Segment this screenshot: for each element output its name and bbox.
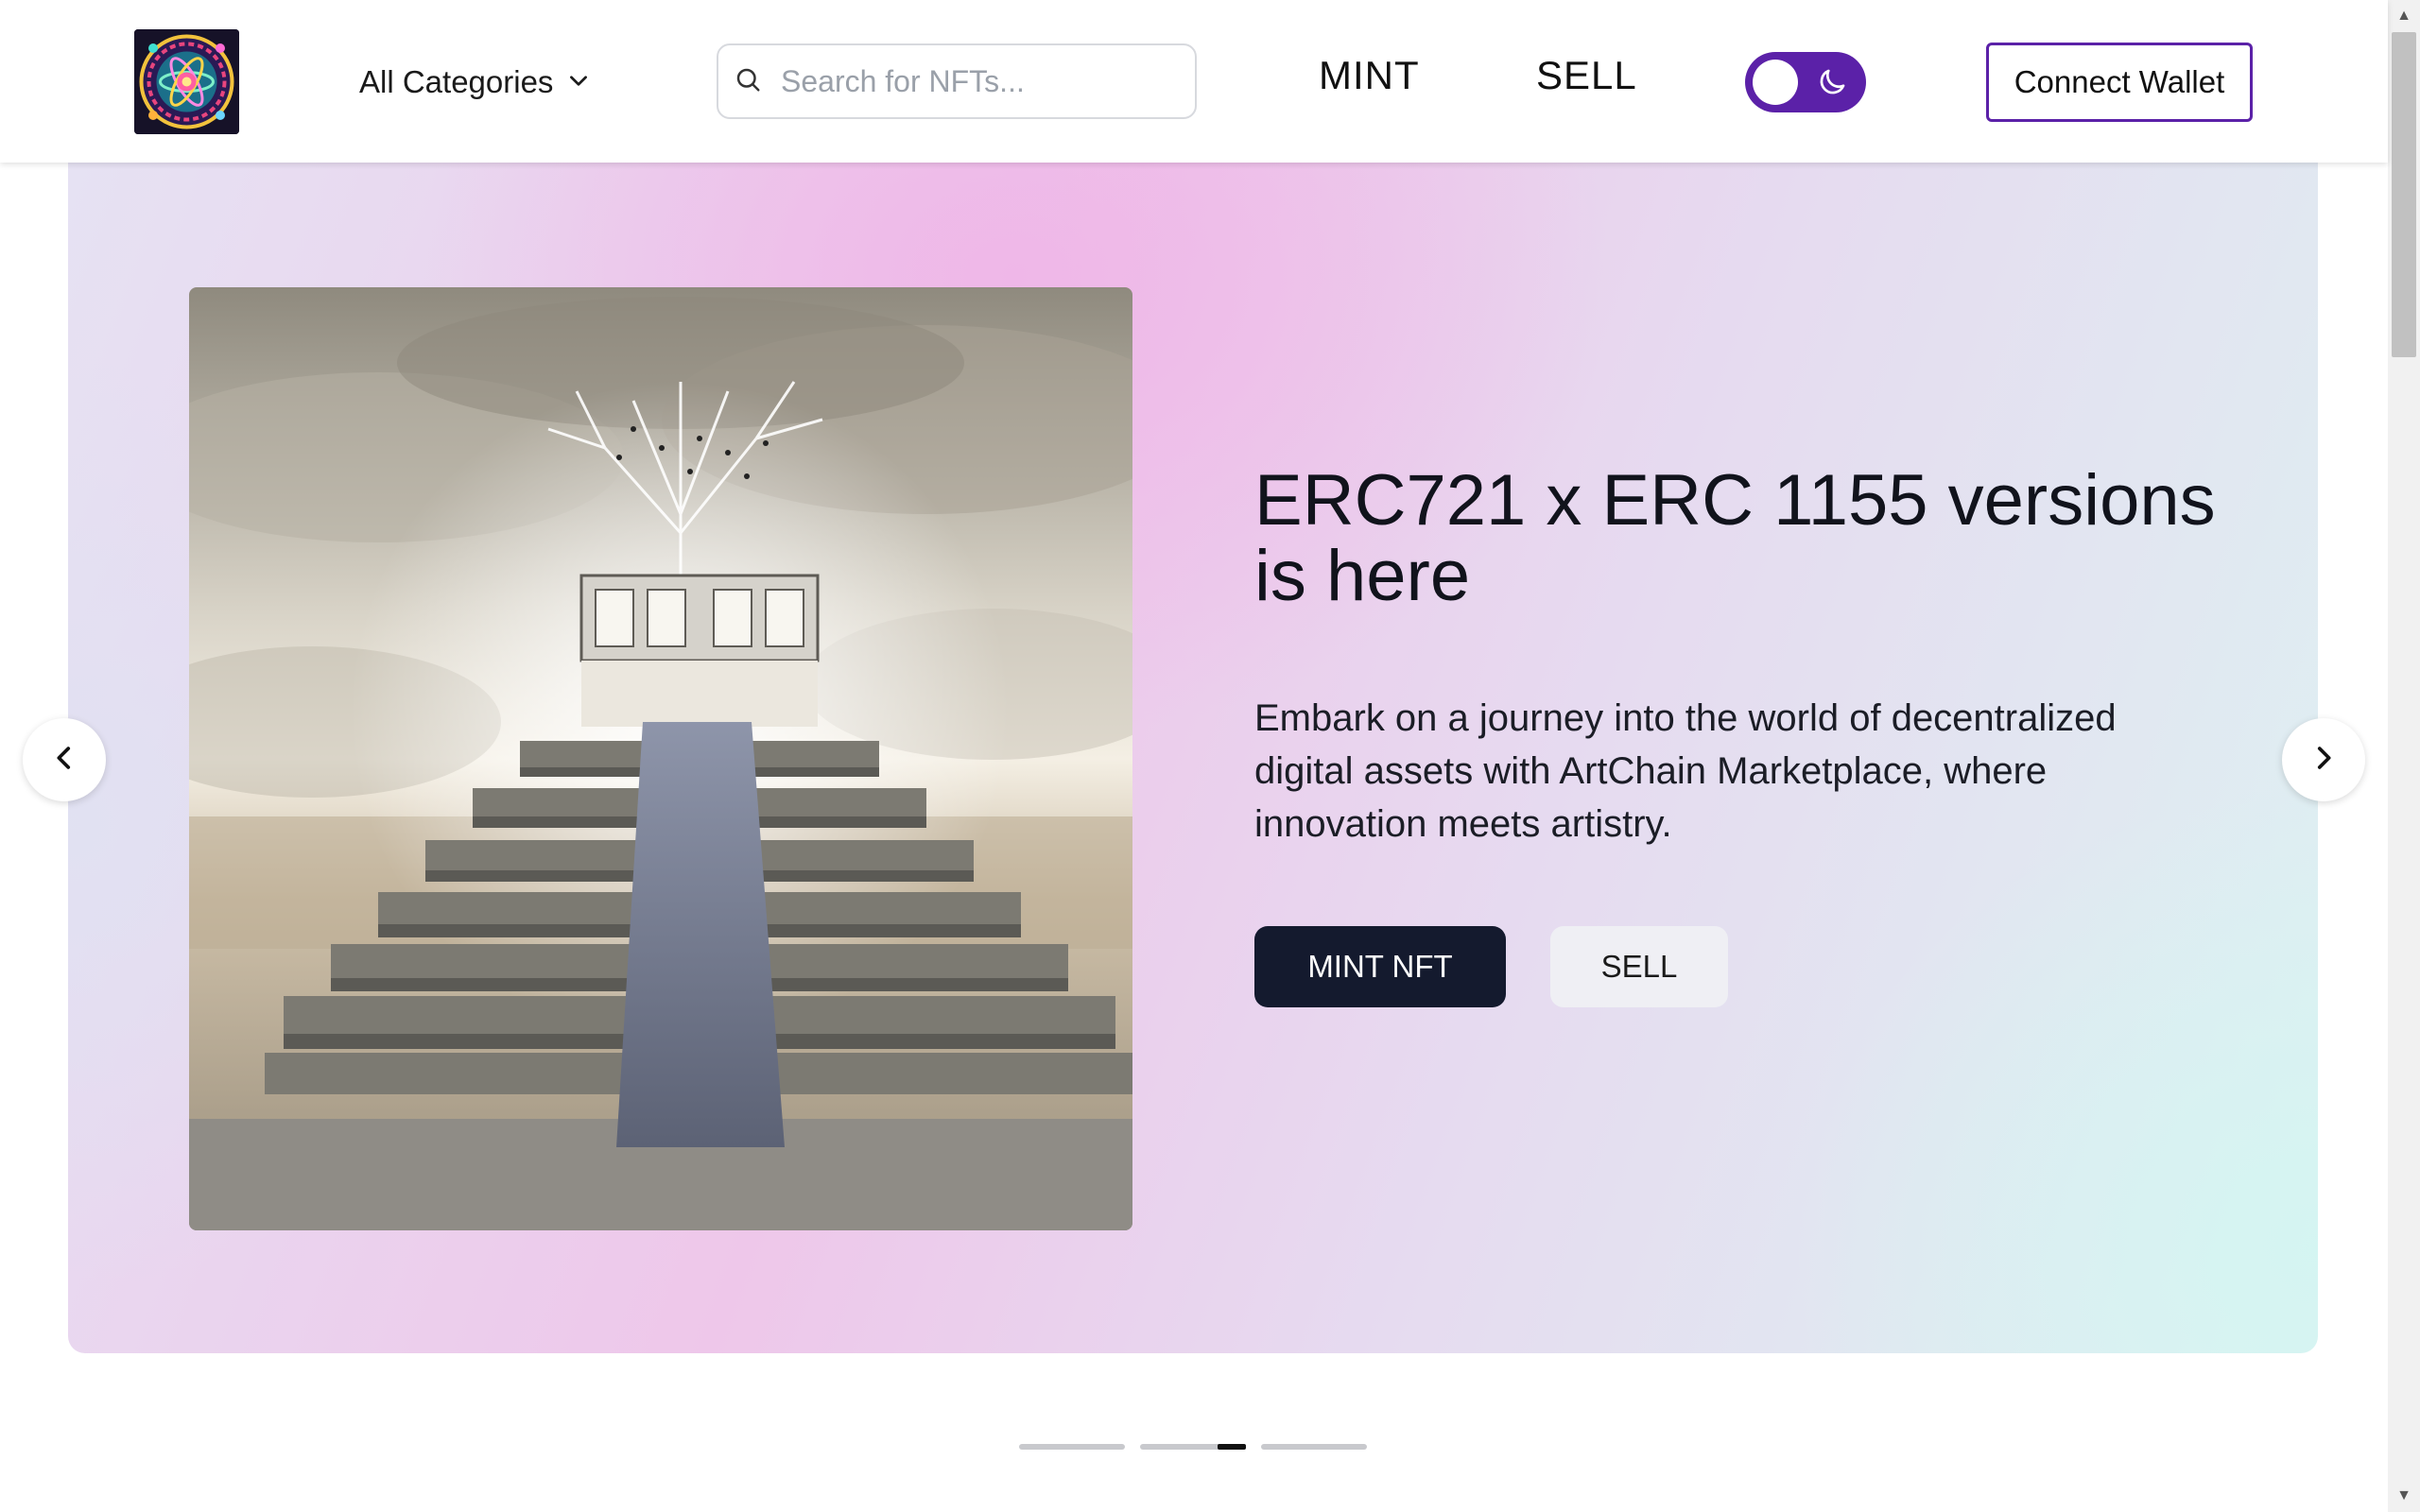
categories-dropdown[interactable]: All Categories — [359, 57, 591, 108]
search-input[interactable] — [779, 62, 1180, 100]
hero-title: ERC721 x ERC 1155 versions is here — [1254, 460, 2216, 616]
top-navbar: All Categories MINT SELL Connect Wallet — [0, 0, 2388, 163]
scroll-up-arrow-icon[interactable]: ▲ — [2388, 0, 2420, 32]
chevron-right-icon — [2308, 742, 2340, 779]
carousel-indicator[interactable] — [1261, 1444, 1367, 1450]
chevron-left-icon — [48, 742, 80, 779]
site-logo[interactable] — [134, 29, 239, 134]
carousel-indicators — [1019, 1444, 1367, 1450]
theme-toggle[interactable] — [1745, 52, 1866, 112]
nav-mint-link[interactable]: MINT — [1319, 53, 1420, 98]
nav-sell-link[interactable]: SELL — [1536, 53, 1637, 98]
mint-nft-button[interactable]: MINT NFT — [1254, 926, 1506, 1007]
hero-description: Embark on a journey into the world of de… — [1254, 697, 2117, 845]
page-scrollbar[interactable]: ▲ ▼ — [2388, 0, 2420, 1512]
search-bar — [717, 43, 1197, 119]
carousel-indicator-active[interactable] — [1140, 1444, 1246, 1450]
scroll-down-arrow-icon[interactable]: ▼ — [2388, 1480, 2420, 1512]
chevron-down-icon — [566, 64, 591, 100]
carousel-indicator[interactable] — [1019, 1444, 1125, 1450]
hero-sell-button[interactable]: SELL — [1550, 926, 1728, 1007]
scrollbar-thumb[interactable] — [2392, 32, 2416, 357]
moon-icon — [1815, 65, 1849, 104]
categories-label: All Categories — [359, 64, 554, 99]
hero-nft-image — [189, 287, 1132, 1230]
carousel-prev-button[interactable] — [23, 718, 106, 801]
hero-carousel: ERC721 x ERC 1155 versions is here Embar… — [68, 163, 2318, 1353]
connect-wallet-button[interactable]: Connect Wallet — [1986, 43, 2253, 122]
carousel-next-button[interactable] — [2282, 718, 2365, 801]
search-icon — [718, 65, 762, 98]
toggle-knob — [1753, 60, 1798, 105]
